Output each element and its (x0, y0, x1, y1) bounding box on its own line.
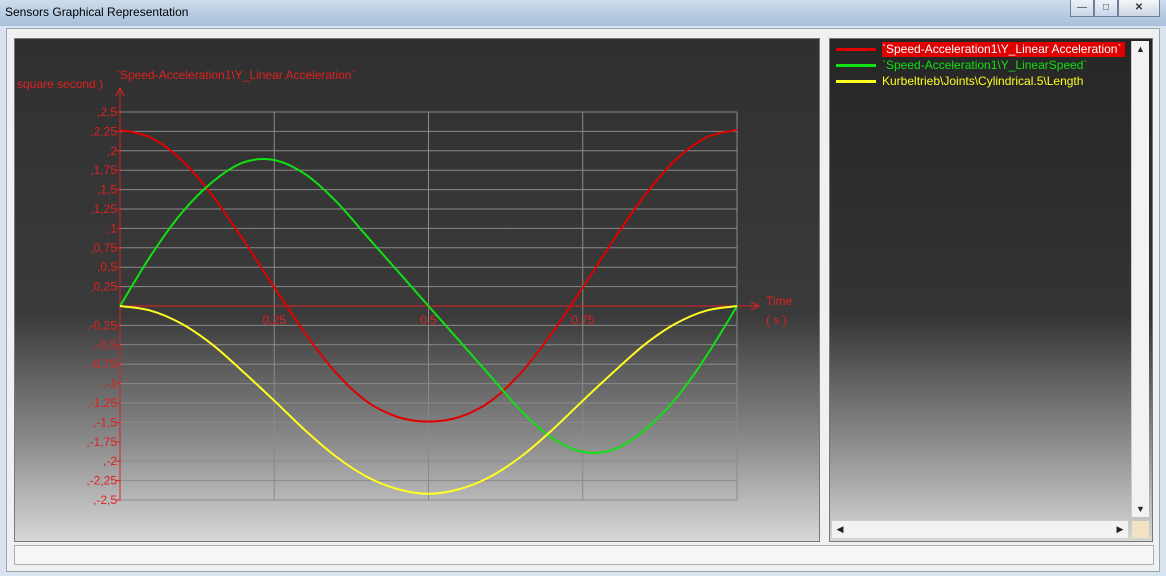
legend-label: `Speed-Acceleration1\Y_LinearSpeed` (882, 58, 1088, 72)
y-axis-series-label: `Speed-Acceleration1\Y_Linear Accelerati… (116, 68, 355, 82)
y-tick-label: ,-1 (103, 377, 117, 391)
minimize-button[interactable]: — (1070, 0, 1094, 17)
y-tick-label: ,2,25 (90, 124, 117, 138)
y-tick-label: ,0,75 (90, 241, 117, 255)
scroll-up-arrow-icon[interactable]: ▲ (1132, 41, 1149, 57)
y-tick-label: ,-0,75 (86, 357, 117, 371)
legend-swatch (836, 64, 876, 67)
scroll-left-arrow-icon[interactable]: ◀ (832, 521, 848, 537)
y-tick-label: ,1,75 (90, 163, 117, 177)
legend-swatch (836, 48, 876, 51)
y-tick-label: ,0,5 (97, 260, 117, 274)
y-tick-label: ,-2 (103, 454, 117, 468)
legend-item[interactable]: `Speed-Acceleration1\Y_LinearSpeed` (836, 58, 1132, 73)
y-tick-label: ,-0,5 (93, 338, 117, 352)
y-tick-label: ,2,5 (97, 105, 117, 119)
window-controls: — □ ✕ (1070, 0, 1160, 18)
legend-item[interactable]: `Speed-Acceleration1\Y_Linear Accelerati… (836, 42, 1132, 57)
window-titlebar[interactable]: Sensors Graphical Representation — □ ✕ (0, 0, 1166, 26)
status-bar (14, 545, 1154, 565)
scrollbar-corner (1132, 521, 1149, 538)
legend-horizontal-scrollbar[interactable]: ◀ ▶ (832, 520, 1128, 538)
graph-panel[interactable]: ,2,5 ,2,25 ,2 ,1,75 ,1,5 ,1,25 ,1 ,0,75 ,0,5 ,0,2… (14, 38, 820, 542)
legend-swatch (836, 80, 876, 83)
y-tick-label: ,-2,5 (93, 493, 117, 507)
window-title: Sensors Graphical Representation (5, 5, 189, 19)
x-tick-label: 0,75 (571, 313, 595, 327)
y-tick-label: ,1 (107, 221, 117, 235)
legend-vertical-scrollbar[interactable]: ▲ ▼ (1131, 41, 1149, 517)
legend-label: Kurbeltrieb\Joints\Cylindrical.5\Length (882, 74, 1084, 88)
y-tick-label: ,-1,5 (93, 415, 117, 429)
maximize-button[interactable]: □ (1094, 0, 1118, 17)
scroll-down-arrow-icon[interactable]: ▼ (1132, 501, 1149, 517)
legend-label: `Speed-Acceleration1\Y_Linear Accelerati… (882, 42, 1126, 57)
y-tick-label: ,-2,25 (86, 474, 117, 488)
y-tick-label: ,1,5 (97, 183, 117, 197)
close-button[interactable]: ✕ (1118, 0, 1160, 17)
sensor-chart[interactable]: ,2,5 ,2,25 ,2 ,1,75 ,1,5 ,1,25 ,1 ,0,75 ,0,5 ,0,2… (15, 39, 819, 541)
y-tick-label: ,2 (107, 144, 117, 158)
legend-item[interactable]: Kurbeltrieb\Joints\Cylindrical.5\Length (836, 74, 1132, 89)
y-tick-label: ,-0,25 (86, 318, 117, 332)
y-tick-label: ,-1,25 (86, 396, 117, 410)
y-tick-label: ,0,25 (90, 280, 117, 294)
legend-panel[interactable]: `Speed-Acceleration1\Y_Linear Accelerati… (829, 38, 1153, 542)
x-axis-unit-label: ( s ) (766, 313, 787, 327)
scroll-right-arrow-icon[interactable]: ▶ (1112, 521, 1128, 537)
y-tick-label: ,1,25 (90, 202, 117, 216)
y-tick-label: ,-1,75 (86, 435, 117, 449)
x-tick-label: 0,5 (420, 313, 437, 327)
y-axis-label: square second ) (17, 77, 103, 91)
x-axis-label: Time (766, 294, 793, 308)
x-tick-label: 0,25 (263, 313, 287, 327)
